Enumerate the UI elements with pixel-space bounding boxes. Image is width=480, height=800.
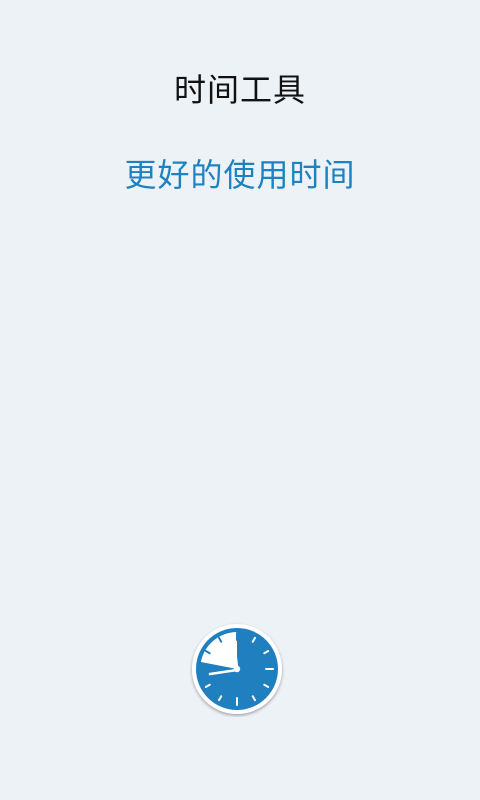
clock-logo (189, 621, 285, 717)
clock-center (233, 665, 241, 673)
clock-icon (192, 624, 282, 714)
app-slogan: 更好的使用时间 (124, 156, 356, 194)
app-title: 时间工具 (173, 71, 306, 109)
